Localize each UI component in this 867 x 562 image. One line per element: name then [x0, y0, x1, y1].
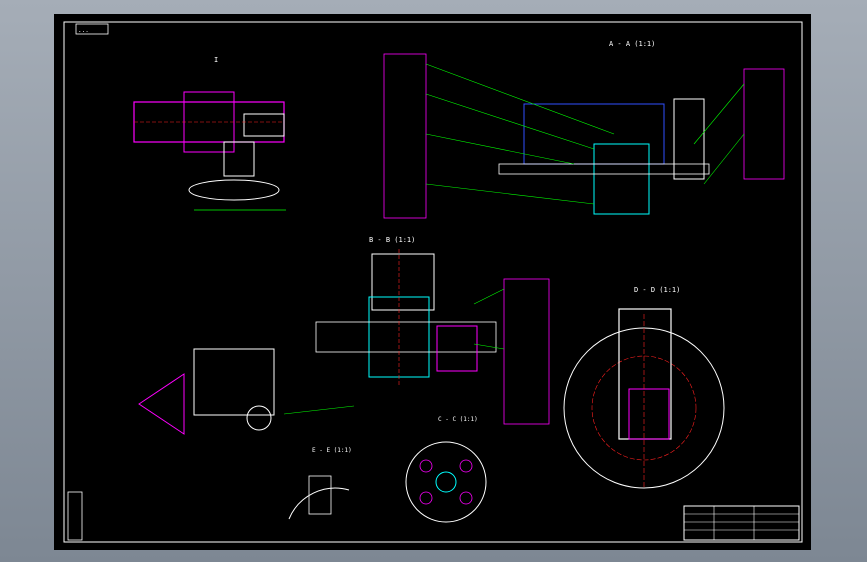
view-label-b: B - B (1:1) [369, 236, 415, 244]
title-block [683, 505, 800, 541]
drawing-sheet: ... I A - A (1:1) B - B (1:1) E - E (1:1… [54, 14, 811, 550]
title-tag: ... [78, 27, 89, 34]
view-label-e: E - E (1:1) [312, 447, 352, 454]
bottom-left-view [138, 348, 355, 435]
assembly-drawing: ... I A - A (1:1) B - B (1:1) E - E (1:1… [63, 21, 803, 543]
detail-view: E - E (1:1) [288, 447, 352, 520]
view-label-d: D - D (1:1) [634, 286, 680, 294]
outer-frame [63, 21, 803, 543]
middle-section: B - B (1:1) [315, 236, 550, 425]
view-label-a: A - A (1:1) [609, 40, 655, 48]
view-label-c: C - C (1:1) [438, 416, 478, 423]
cad-viewport: ... I A - A (1:1) B - B (1:1) E - E (1:1… [0, 0, 867, 562]
bottom-right-section: D - D (1:1) [563, 286, 725, 489]
top-right-section: A - A (1:1) [383, 40, 785, 219]
view-label-i: I [214, 56, 218, 64]
bottom-center-view: C - C (1:1) [405, 416, 487, 523]
top-left-view: I [133, 56, 286, 211]
side-legend-box [67, 491, 83, 541]
